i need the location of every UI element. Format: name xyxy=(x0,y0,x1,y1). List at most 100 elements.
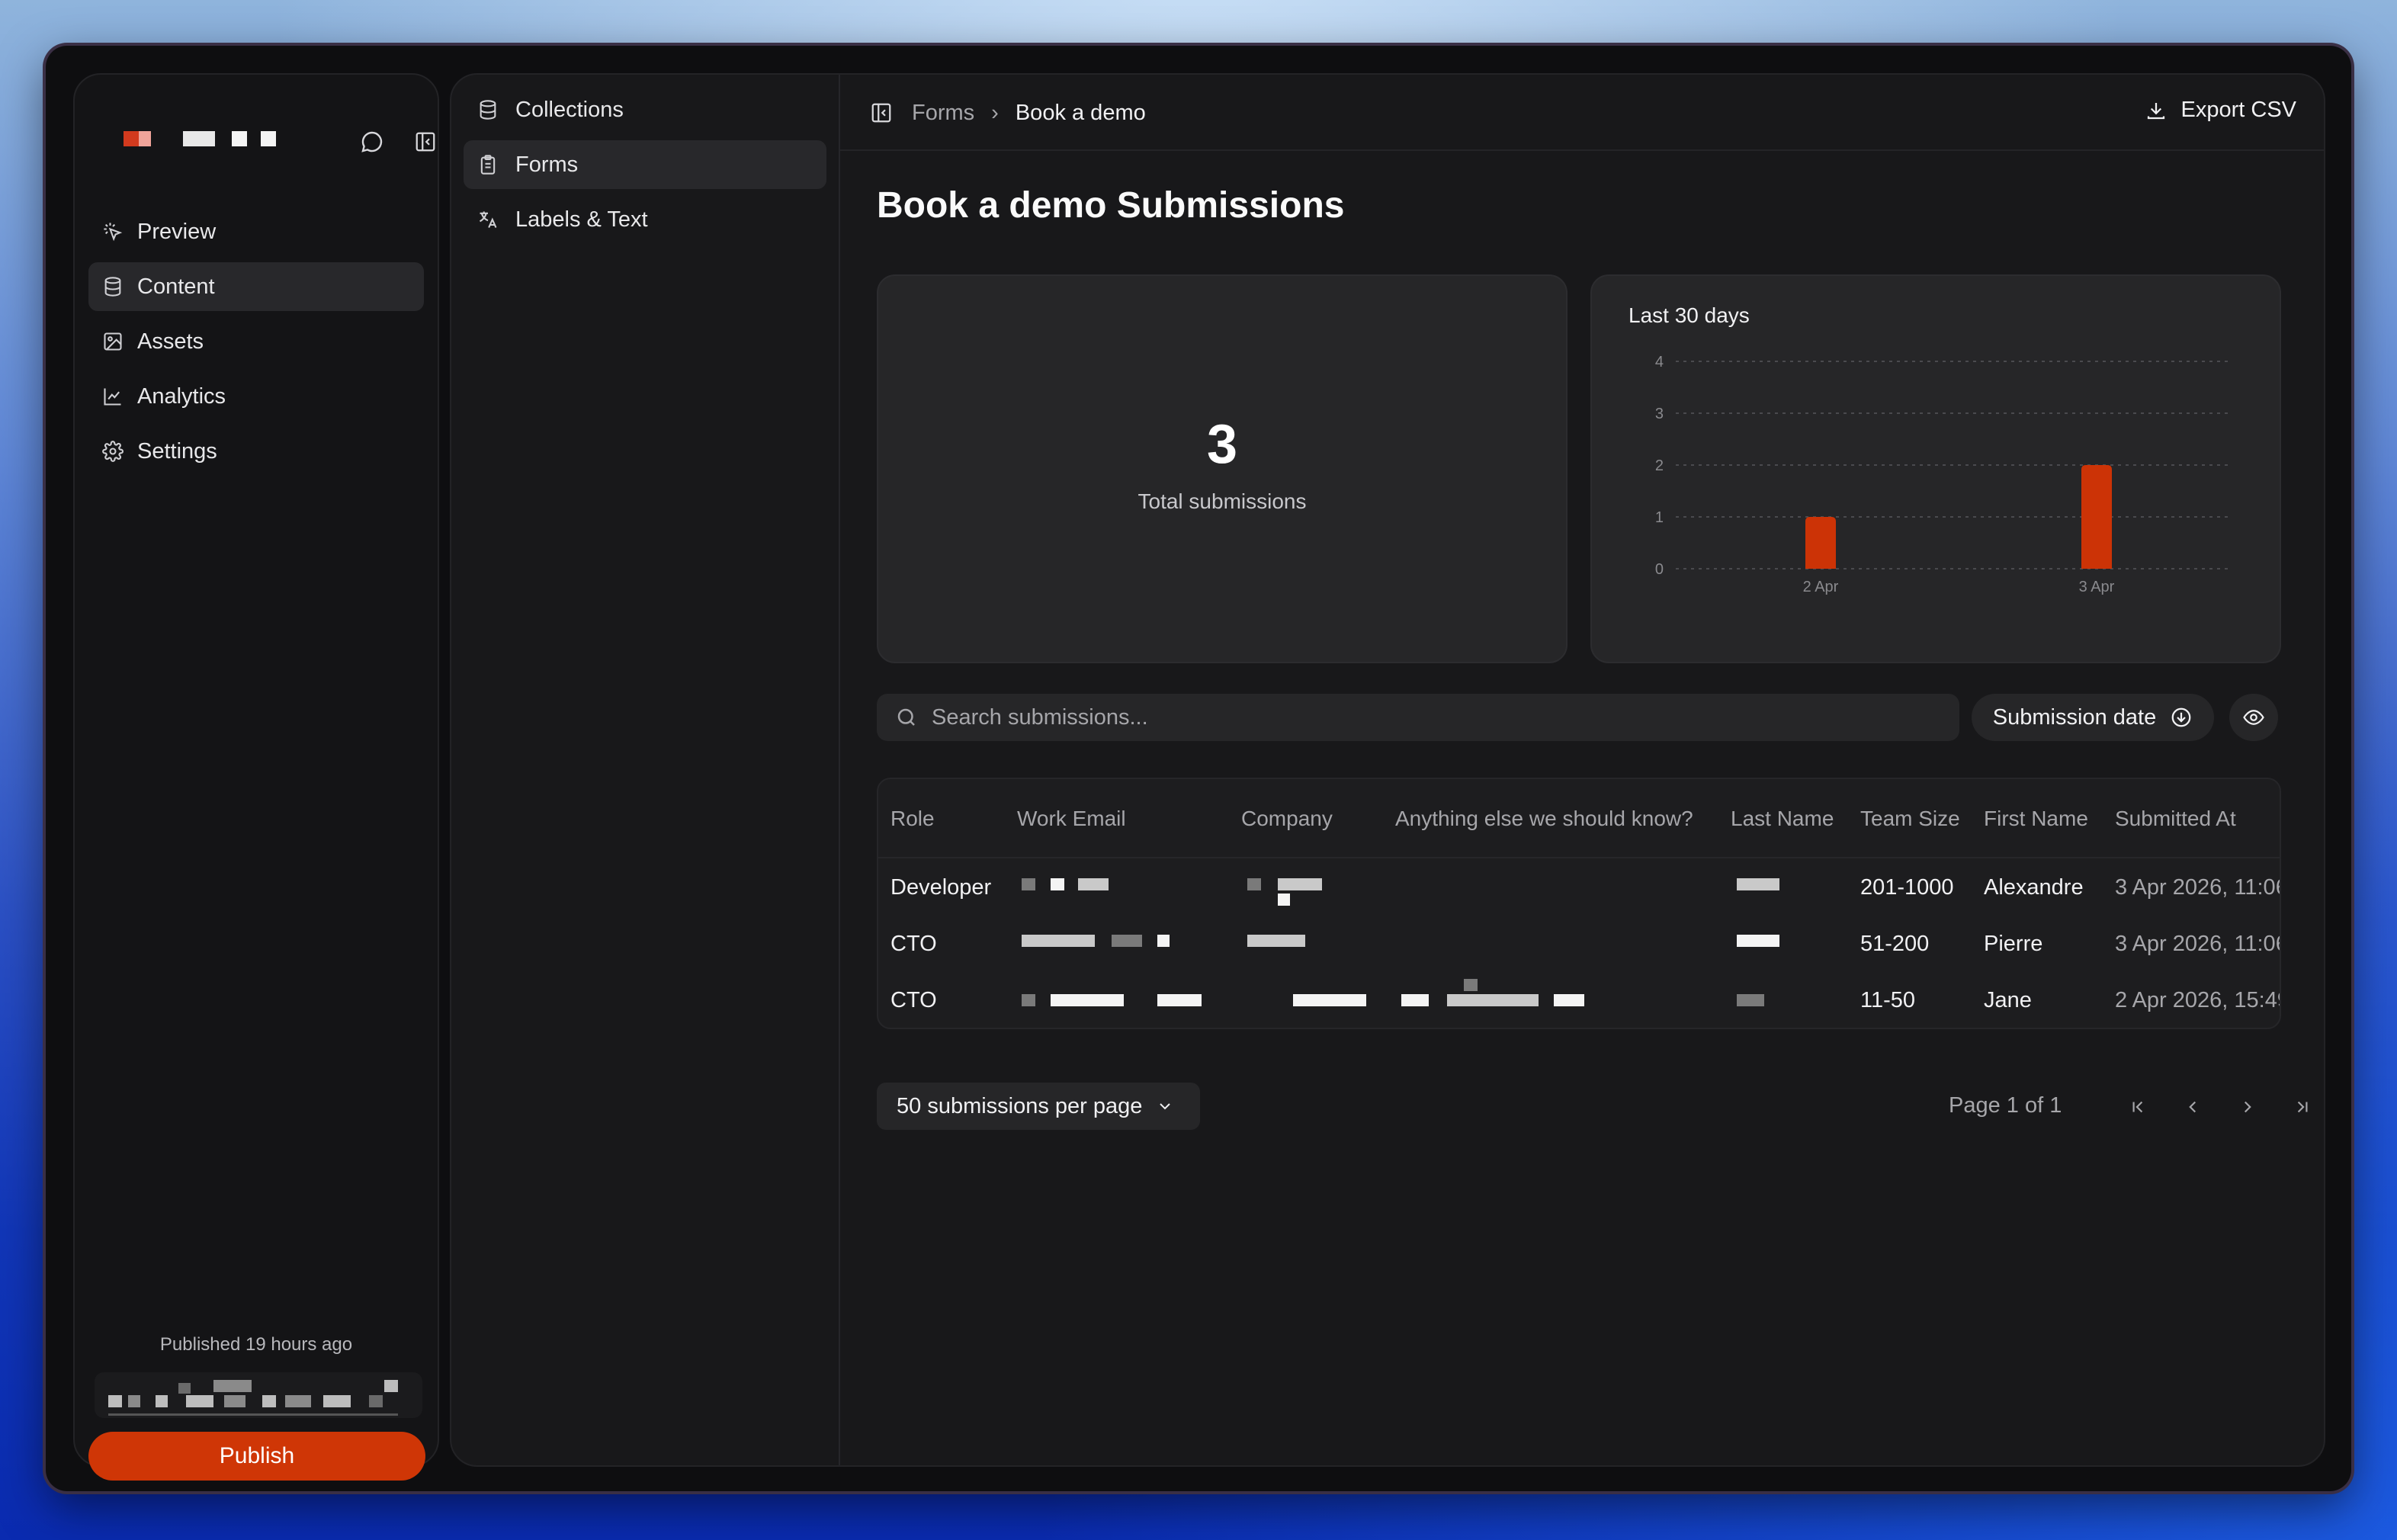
table-header: Role Work Email Company Anything else we… xyxy=(878,779,2280,858)
sidebar-item-analytics[interactable]: Analytics xyxy=(88,372,424,421)
cell-team-size: 201-1000 xyxy=(1860,875,1954,900)
top-bar: Forms › Book a demo Export CSV xyxy=(840,75,2324,151)
workspace-logo[interactable] xyxy=(124,131,276,146)
chart-bar[interactable] xyxy=(2081,465,2112,569)
publish-button[interactable]: Publish xyxy=(88,1432,425,1481)
sidebar-item-settings[interactable]: Settings xyxy=(88,427,424,476)
breadcrumb-forms[interactable]: Forms xyxy=(912,101,974,126)
cell-submitted-at: 3 Apr 2026, 11:06 xyxy=(2115,932,2281,956)
subnav-item-label: Forms xyxy=(515,152,579,177)
search-icon xyxy=(897,708,915,726)
sidebar-item-assets[interactable]: Assets xyxy=(88,317,424,366)
cell-submitted-at: 3 Apr 2026, 11:06 xyxy=(2115,875,2281,900)
app-window: Preview Content Assets Analytics Setting… xyxy=(46,46,2351,1491)
total-submissions-card: 3 Total submissions xyxy=(877,274,1568,663)
column-header-anything-else[interactable]: Anything else we should know? xyxy=(1395,807,1693,831)
subnav-item-label: Labels & Text xyxy=(515,207,648,232)
submissions-table: Role Work Email Company Anything else we… xyxy=(877,778,2281,1029)
previous-page-button[interactable] xyxy=(2177,1092,2208,1122)
image-icon xyxy=(104,332,122,351)
page-info: Page 1 of 1 xyxy=(1949,1093,2062,1118)
column-visibility-button[interactable] xyxy=(2229,694,2278,741)
column-header-role[interactable]: Role xyxy=(890,807,935,831)
chevron-right-icon xyxy=(2244,1101,2251,1113)
arrow-down-circle-icon xyxy=(2171,707,2191,727)
main-panel: Collections Forms Labels & Text Forms › xyxy=(450,73,2325,1467)
column-header-team-size[interactable]: Team Size xyxy=(1860,807,1960,831)
y-tick-label: 1 xyxy=(1655,509,1664,526)
export-csv-button[interactable]: Export CSV xyxy=(2145,98,2296,123)
cell-role: CTO xyxy=(890,988,937,1012)
database-icon xyxy=(480,100,496,120)
clipboard-icon xyxy=(480,155,496,175)
line-chart-icon xyxy=(104,388,121,406)
published-status: Published 19 hours ago xyxy=(159,1334,353,1355)
submissions-bar-chart: 0 1 2 3 4 2 Apr 3 Apr xyxy=(1655,354,2232,595)
chevron-last-icon xyxy=(2297,1101,2308,1113)
chevron-first-icon xyxy=(2132,1101,2143,1113)
cell-role: Developer xyxy=(890,875,992,900)
y-tick-label: 3 xyxy=(1655,406,1664,422)
per-page-select[interactable]: 50 submissions per page xyxy=(877,1083,1200,1130)
chevron-left-icon xyxy=(2189,1101,2196,1113)
table-row[interactable]: Developer 201-1000 Alexandre 3 Apr 2026,… xyxy=(878,860,2280,915)
chat-icon[interactable] xyxy=(358,128,386,156)
sidebar-nav: Preview Content Assets Analytics Setting… xyxy=(88,207,424,482)
subnav-item-labels-text[interactable]: Labels & Text xyxy=(464,195,826,244)
sidebar-item-label: Analytics xyxy=(137,383,226,409)
sort-label: Submission date xyxy=(1992,704,2157,730)
total-submissions-value: 3 xyxy=(1206,414,1238,475)
last-page-button[interactable] xyxy=(2287,1092,2318,1122)
cell-first-name: Alexandre xyxy=(1984,875,2084,900)
first-page-button[interactable] xyxy=(2123,1092,2153,1122)
chevron-down-icon xyxy=(1160,1103,1171,1110)
sidebar-item-label: Preview xyxy=(137,219,217,244)
gear-icon xyxy=(102,441,124,462)
total-submissions-label: Total submissions xyxy=(1138,489,1307,513)
chevron-right-icon: › xyxy=(991,100,999,125)
eye-icon xyxy=(2243,710,2264,725)
column-header-company[interactable]: Company xyxy=(1241,807,1333,831)
cell-first-name: Jane xyxy=(1984,988,2032,1012)
sidebar-item-label: Content xyxy=(137,274,215,299)
page-title: Book a demo Submissions xyxy=(877,185,1345,226)
submissions-chart-card: Last 30 days 012342 Apr 3 Apr xyxy=(1590,274,2281,663)
table-row[interactable]: CTO 51-200 Pierre 3 Apr 2026, 11:06 xyxy=(878,916,2280,971)
chart-bar[interactable] xyxy=(1805,517,1836,569)
subnav-item-collections[interactable]: Collections xyxy=(464,85,826,134)
collapse-sidebar-icon[interactable] xyxy=(412,128,439,156)
subnav-item-label: Collections xyxy=(515,97,624,122)
column-header-work-email[interactable]: Work Email xyxy=(1017,807,1126,831)
sidebar-item-label: Settings xyxy=(137,438,217,464)
y-tick-label: 4 xyxy=(1655,354,1664,371)
subnav-item-forms[interactable]: Forms xyxy=(464,140,826,189)
x-tick-label: 2 Apr xyxy=(1803,579,1839,595)
download-icon xyxy=(2147,102,2164,119)
sidebar: Preview Content Assets Analytics Setting… xyxy=(73,73,439,1481)
toggle-panel-icon[interactable] xyxy=(868,99,895,127)
sidebar-item-preview[interactable]: Preview xyxy=(88,207,424,256)
cursor-click-icon xyxy=(104,223,123,242)
column-header-last-name[interactable]: Last Name xyxy=(1731,807,1834,831)
column-header-submitted-at[interactable]: Submitted At xyxy=(2115,807,2236,831)
y-tick-label: 2 xyxy=(1655,457,1664,474)
database-icon xyxy=(104,277,121,297)
cell-team-size: 11-50 xyxy=(1860,988,1916,1012)
cell-first-name: Pierre xyxy=(1984,932,2043,956)
y-tick-label: 0 xyxy=(1655,561,1664,578)
redacted-url xyxy=(95,1372,422,1418)
search-input[interactable]: Search submissions... xyxy=(877,694,1959,741)
search-placeholder: Search submissions... xyxy=(932,704,1148,730)
sidebar-item-label: Assets xyxy=(137,329,204,354)
sort-submission-date-button[interactable]: Submission date xyxy=(1972,694,2214,741)
cell-team-size: 51-200 xyxy=(1860,932,1930,956)
content-subnav: Collections Forms Labels & Text xyxy=(451,75,840,1465)
cell-submitted-at: 2 Apr 2026, 15:49 xyxy=(2115,988,2281,1012)
next-page-button[interactable] xyxy=(2232,1092,2263,1122)
table-row[interactable]: CTO 11-50 Jane 2 Apr 2026, 15:49 xyxy=(878,973,2280,1028)
breadcrumb-current: Book a demo xyxy=(1015,100,1146,125)
sidebar-item-content[interactable]: Content xyxy=(88,262,424,311)
column-header-first-name[interactable]: First Name xyxy=(1984,807,2088,831)
cell-role: CTO xyxy=(890,932,937,956)
per-page-label: 50 submissions per page xyxy=(897,1093,1143,1118)
